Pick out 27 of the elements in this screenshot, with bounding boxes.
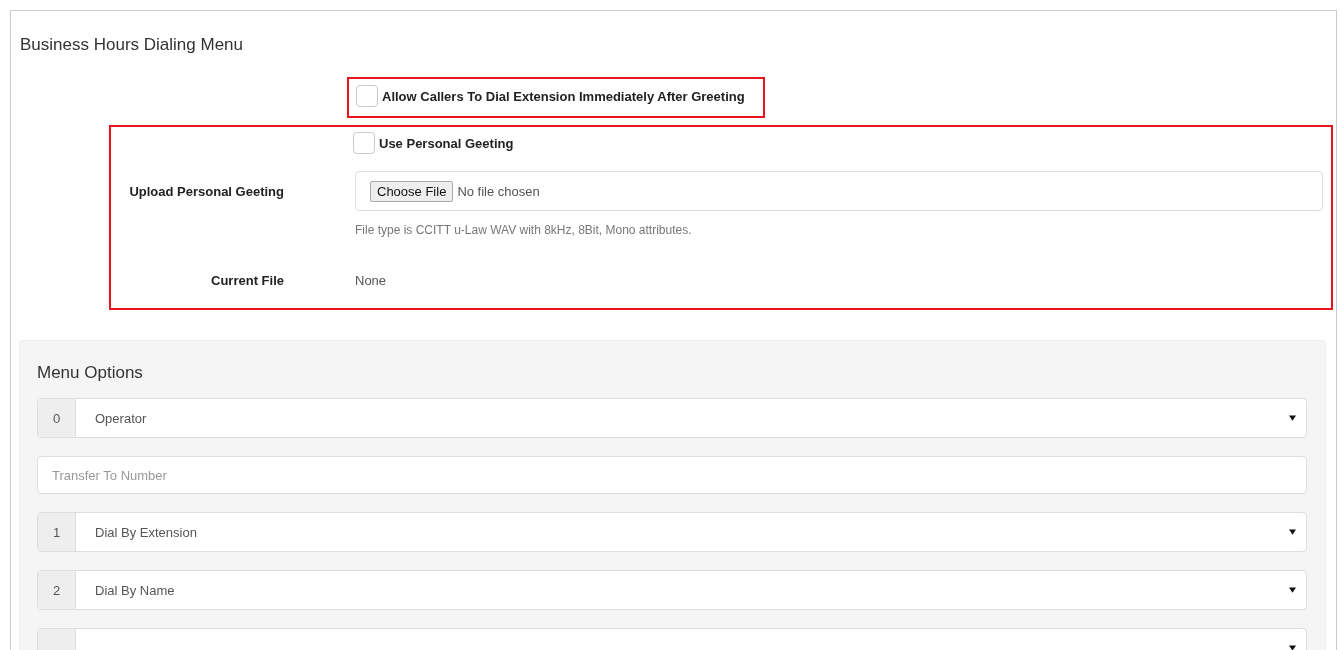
checkbox[interactable] [356,85,378,107]
caret-icon [1289,529,1296,535]
checkbox-label: Use Personal Geeting [379,135,514,151]
key-addon: 1 [38,513,76,551]
field-value: None [355,273,387,288]
caret-icon [1289,415,1296,421]
option-select[interactable]: 1 Dial By Extension [37,512,1307,552]
panel-title: Menu Options [37,363,144,383]
section-title: Business Hours Dialing Menu [20,35,244,55]
option-select[interactable]: 2 Dial By Name [37,570,1307,610]
key-addon: 0 [38,399,76,437]
caret-icon [1289,587,1296,593]
select-value: Dial By Name [94,582,176,598]
field-label: Current File [211,273,284,288]
select-value: Dial By Extension [94,524,198,540]
field-label: Upload Personal Geeting [129,184,284,199]
select-value: Operator [94,410,148,426]
key-addon: 2 [38,571,76,609]
caret-icon [1289,645,1296,650]
option-select[interactable]: 0 Operator [37,398,1307,438]
file-status: No file chosen [457,183,540,199]
checkbox[interactable] [353,132,375,154]
input-field[interactable]: Transfer To Number [37,456,1307,494]
help-text: File type is CCITT u-Law WAV with 8kHz, 8Bit, Mono attributes. [355,223,693,237]
checkbox-label: Allow Callers To Dial Extension Immediately After Greeting [382,88,745,104]
file-input[interactable]: Choose File No file chosen [355,171,1323,211]
choose-file-button[interactable]: Choose File [370,180,454,202]
